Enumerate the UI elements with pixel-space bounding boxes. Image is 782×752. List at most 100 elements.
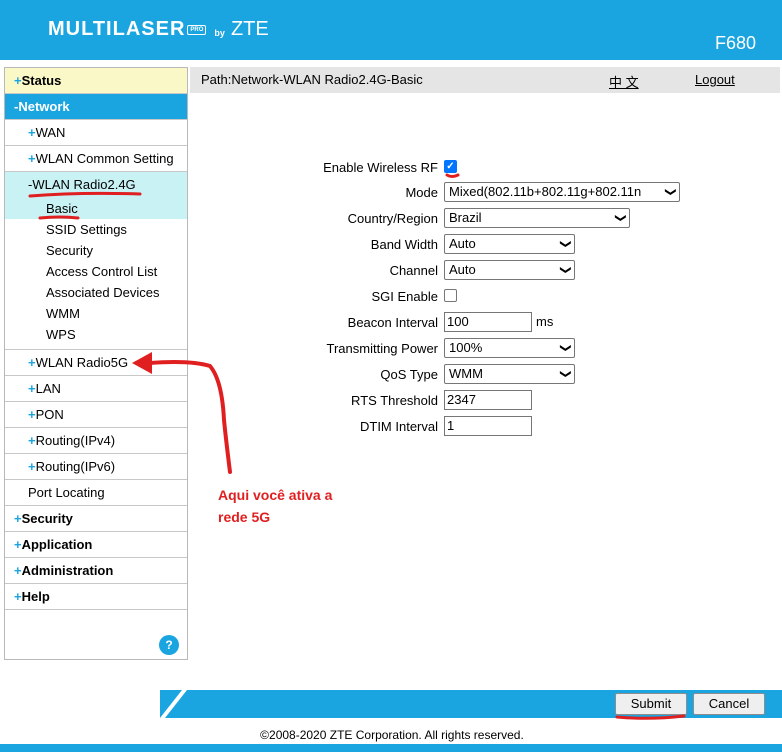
nav-administration[interactable]: +Administration [5, 558, 187, 584]
cancel-button[interactable]: Cancel [693, 693, 765, 715]
nav-help[interactable]: +Help [5, 584, 187, 610]
row-rts: RTS Threshold 2347 [190, 390, 780, 412]
nav-wlan-radio24[interactable]: -WLAN Radio2.4G [5, 172, 187, 198]
expand-icon: + [28, 381, 36, 396]
nav-wlan-radio5g-label: WLAN Radio5G [35, 355, 129, 370]
nav-lan[interactable]: +LAN [5, 376, 187, 402]
nav-lan-label: LAN [35, 381, 61, 396]
language-link[interactable]: 中 文 [609, 72, 639, 91]
sgi-checkbox[interactable] [444, 289, 457, 302]
dtim-input[interactable]: 1 [444, 416, 532, 436]
nav-associated-devices[interactable]: Associated Devices [5, 282, 187, 303]
logout-link[interactable]: Logout [695, 72, 735, 87]
nav-administration-label: Administration [21, 563, 114, 578]
expand-icon: + [28, 433, 36, 448]
row-sgi: SGI Enable [190, 286, 780, 308]
nav-application[interactable]: +Application [5, 532, 187, 558]
bandwidth-select[interactable]: Auto ❯ [444, 234, 575, 254]
enable-rf-checkbox[interactable]: ✓ [444, 160, 457, 173]
row-bandwidth: Band Width Auto ❯ [190, 234, 780, 256]
channel-label: Channel [389, 263, 438, 278]
chevron-down-icon: ❯ [559, 265, 572, 275]
expand-icon: + [14, 73, 22, 88]
left-nav: +Status -Network +WAN +WLAN Common Setti… [4, 67, 188, 660]
channel-select[interactable]: Auto ❯ [444, 260, 575, 280]
nav-ssid-settings[interactable]: SSID Settings [5, 219, 187, 240]
help-icon[interactable]: ? [159, 635, 179, 655]
nav-network[interactable]: -Network [5, 94, 187, 120]
nav-wlan-radio24-label: WLAN Radio2.4G [32, 177, 136, 192]
beacon-label: Beacon Interval [347, 315, 438, 330]
expand-icon: + [28, 355, 36, 370]
txpower-label: Transmitting Power [326, 341, 439, 356]
row-beacon: Beacon Interval 100 ms [190, 312, 780, 334]
nav-routing-ipv6-label: Routing(IPv6) [35, 459, 116, 474]
annotation-text: Aqui você ativa a rede 5G [218, 484, 332, 528]
nav-security-label: Security [21, 511, 73, 526]
bandwidth-value: Auto [449, 236, 476, 251]
footer-bar [160, 690, 782, 718]
enable-rf-label: Enable Wireless RF [323, 160, 438, 175]
expand-icon: + [28, 407, 36, 422]
sgi-label: SGI Enable [371, 289, 439, 304]
radio24-submenu: Basic SSID Settings Security Access Cont… [5, 198, 187, 350]
qos-select[interactable]: WMM ❯ [444, 364, 575, 384]
submit-button[interactable]: Submit [615, 693, 687, 715]
brand-zte: ZTE [230, 18, 269, 40]
nav-wlan-common[interactable]: +WLAN Common Setting [5, 146, 187, 172]
dtim-label: DTIM Interval [359, 419, 438, 434]
rts-input[interactable]: 2347 [444, 390, 532, 410]
nav-wlan-radio5g[interactable]: +WLAN Radio5G [5, 350, 187, 376]
row-qos: QoS Type WMM ❯ [190, 364, 780, 386]
nav-wan[interactable]: +WAN [5, 120, 187, 146]
mode-value: Mixed(802.11b+802.11g+802.11n [449, 184, 642, 199]
nav-port-locating-label: Port Locating [28, 485, 105, 500]
path-bar: Path:Network-WLAN Radio2.4G-Basic 中 文 Lo… [190, 67, 780, 93]
mode-label: Mode [405, 185, 438, 200]
channel-value: Auto [449, 262, 476, 277]
nav-wps[interactable]: WPS [5, 324, 187, 350]
country-value: Brazil [449, 210, 482, 225]
country-label: Country/Region [347, 211, 438, 226]
nav-routing-ipv6[interactable]: +Routing(IPv6) [5, 454, 187, 480]
expand-icon: + [14, 511, 22, 526]
nav-status[interactable]: +Status [5, 68, 187, 94]
nav-routing-ipv4-label: Routing(IPv4) [35, 433, 116, 448]
nav-routing-ipv4[interactable]: +Routing(IPv4) [5, 428, 187, 454]
nav-access-control[interactable]: Access Control List [5, 261, 187, 282]
mode-select[interactable]: Mixed(802.11b+802.11g+802.11n ❯ [444, 182, 680, 202]
footer-stripe-decoration [160, 690, 187, 718]
beacon-input[interactable]: 100 [444, 312, 532, 332]
brand-by: by [214, 27, 225, 38]
qos-label: QoS Type [380, 367, 438, 382]
nav-security-wlan[interactable]: Security [5, 240, 187, 261]
chevron-down-icon: ❯ [614, 213, 627, 223]
txpower-value: 100% [449, 340, 483, 355]
nav-help-label: Help [21, 589, 50, 604]
sgi-control [444, 286, 457, 302]
nav-basic[interactable]: Basic [5, 198, 187, 219]
row-country: Country/Region Brazil ❯ [190, 208, 780, 230]
nav-security[interactable]: +Security [5, 506, 187, 532]
row-channel: Channel Auto ❯ [190, 260, 780, 282]
expand-icon: + [28, 125, 36, 140]
nav-wan-label: WAN [35, 125, 66, 140]
expand-icon: + [28, 459, 36, 474]
country-select[interactable]: Brazil ❯ [444, 208, 630, 228]
nav-wmm[interactable]: WMM [5, 303, 187, 324]
nav-port-locating[interactable]: Port Locating [5, 480, 187, 506]
expand-icon: + [14, 589, 22, 604]
nav-pon[interactable]: +PON [5, 402, 187, 428]
chevron-down-icon: ❯ [664, 187, 677, 197]
expand-icon: + [14, 537, 22, 552]
row-txpower: Transmitting Power 100% ❯ [190, 338, 780, 360]
beacon-unit: ms [536, 314, 554, 329]
expand-icon: + [28, 151, 36, 166]
chevron-down-icon: ❯ [559, 343, 572, 353]
annotation-line-2: rede 5G [218, 509, 271, 525]
nav-pon-label: PON [35, 407, 64, 422]
nav-network-label: Network [18, 99, 70, 114]
txpower-select[interactable]: 100% ❯ [444, 338, 575, 358]
breadcrumb: Path:Network-WLAN Radio2.4G-Basic [201, 72, 423, 87]
brand-logo: MULTILASER PRO by ZTE [48, 18, 269, 41]
